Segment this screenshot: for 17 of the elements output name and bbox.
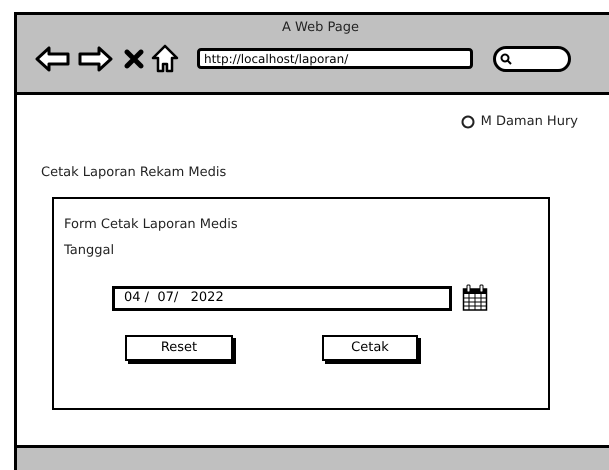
form-button[interactable]: Reset [125, 335, 233, 361]
back-icon[interactable] [35, 44, 71, 72]
form-button[interactable]: Cetak [322, 335, 418, 361]
calendar-icon[interactable] [462, 284, 488, 312]
page-title: Cetak Laporan Rekam Medis [41, 164, 226, 182]
date-field[interactable]: 04 / 07/ 2022 [112, 286, 452, 310]
address-field[interactable]: http://localhost/laporan/ [197, 48, 473, 69]
date-label: Tanggal [64, 242, 114, 260]
window-title: A Web Page [282, 19, 359, 37]
home-icon[interactable] [151, 44, 179, 74]
close-icon[interactable] [123, 48, 145, 70]
form-title: Form Cetak Laporan Medis [64, 216, 238, 234]
user-icon [460, 114, 475, 129]
search-field[interactable] [493, 46, 571, 72]
search-icon [500, 52, 512, 64]
forward-icon[interactable] [77, 44, 113, 72]
user-name: M Daman Hury [480, 113, 578, 131]
